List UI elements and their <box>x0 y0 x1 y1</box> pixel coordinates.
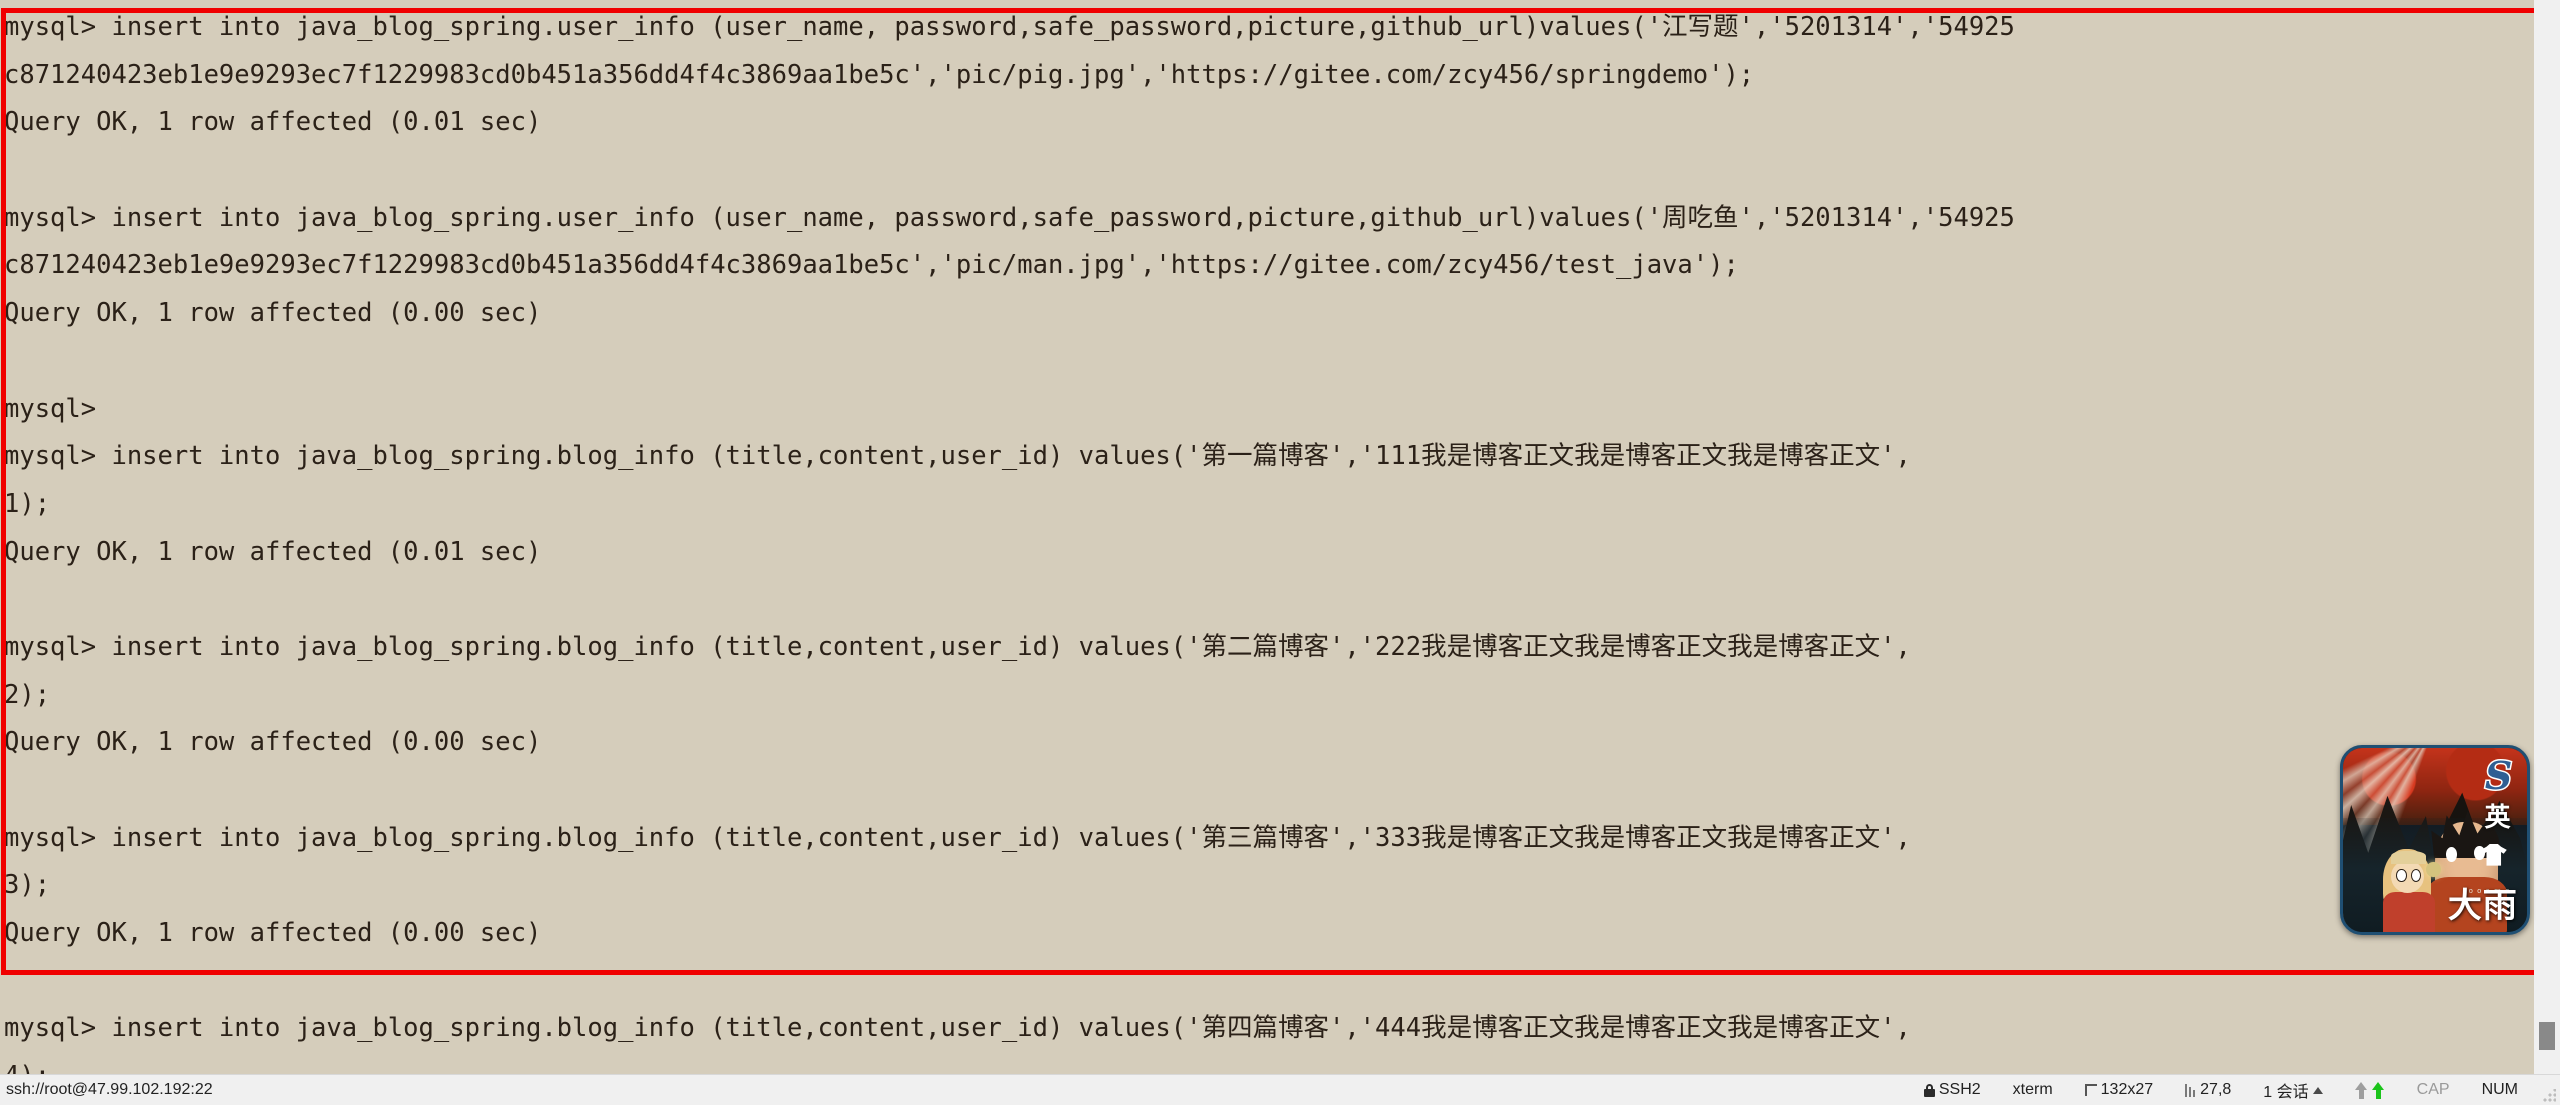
terminal-line: Query OK, 1 row affected (0.00 sec) <box>4 298 542 329</box>
status-bar: ssh://root@47.99.102.192:22 SSH2 xterm 1… <box>0 1074 2560 1105</box>
overlay-thumbnail-image[interactable]: S 英 o o a m e 大雨 <box>2340 745 2530 935</box>
thumbnail-title: 大雨 <box>2447 885 2518 926</box>
character-girl-body <box>2383 891 2435 932</box>
terminal-line: Query OK, 1 row affected (0.01 sec) <box>4 536 542 567</box>
terminal-text: mysql> insert into java_blog_spring.user… <box>4 4 2534 1075</box>
chevron-up-icon[interactable] <box>2312 1086 2323 1094</box>
status-position-cell: 27,8 <box>2169 1081 2247 1099</box>
download-arrow-icon <box>2371 1081 2385 1099</box>
status-num-lock-cell: NUM <box>2466 1081 2534 1099</box>
status-size-cell: 132x27 <box>2069 1081 2170 1099</box>
terminal-line: 2); <box>4 679 51 710</box>
terminal-line: mysql> insert into java_blog_spring.user… <box>4 202 2015 233</box>
lantern-icon <box>2425 862 2441 877</box>
terminal-line: Query OK, 1 row affected (0.00 sec) <box>4 918 542 949</box>
terminal-window: mysql> insert into java_blog_spring.user… <box>0 0 2560 1105</box>
status-caps-lock-cell: CAP <box>2401 1081 2466 1099</box>
terminal-line: 3); <box>4 870 51 901</box>
terminal-line: mysql> insert into java_blog_spring.user… <box>4 12 2015 42</box>
status-sessions: 1 会话 <box>2263 1084 2309 1101</box>
character-girl-eye-left <box>2396 869 2407 883</box>
terminal-line: c871240423eb1e9e9293ec7f1229983cd0b451a3… <box>4 59 1755 90</box>
status-cap: CAP <box>2416 1081 2450 1098</box>
status-protocol-cell: SSH2 <box>1908 1081 1997 1099</box>
terminal-line: mysql> insert into java_blog_spring.blog… <box>4 441 1911 472</box>
status-protocol: SSH2 <box>1938 1081 1981 1098</box>
kanji-ying: 英 <box>2484 803 2511 834</box>
terminal-line: Query OK, 1 row affected (0.00 sec) <box>4 727 542 758</box>
status-terminal-type: xterm <box>2012 1081 2053 1098</box>
badge-letter-s: S <box>2483 753 2514 799</box>
terminal-line: mysql> <box>4 393 97 424</box>
character-girl-hat <box>2390 851 2426 864</box>
character-boy-eye-right <box>2473 845 2485 861</box>
status-cursor-position: 27,8 <box>2200 1081 2232 1098</box>
scrollbar-thumb[interactable] <box>2539 1022 2555 1050</box>
terminal-line: 4); <box>4 1053 2534 1075</box>
lock-icon <box>1923 1083 1935 1097</box>
upload-arrow-icon <box>2354 1081 2368 1099</box>
cursor-position-icon <box>2185 1083 2197 1097</box>
status-size: 132x27 <box>2100 1081 2154 1098</box>
status-num: NUM <box>2481 1081 2518 1098</box>
resize-grip-icon[interactable] <box>2542 1089 2556 1103</box>
terminal-line: 1); <box>4 488 51 519</box>
terminal-line: c871240423eb1e9e9293ec7f1229983cd0b451a3… <box>4 250 1739 281</box>
status-sessions-cell[interactable]: 1 会话 <box>2247 1078 2338 1102</box>
resize-icon <box>2084 1084 2097 1096</box>
terminal-line: mysql> insert into java_blog_spring.blog… <box>4 631 1911 662</box>
terminal-line: mysql> insert into java_blog_spring.blog… <box>4 822 1911 853</box>
status-transfer-cell <box>2339 1081 2401 1099</box>
terminal-line: Query OK, 1 row affected (0.01 sec) <box>4 107 542 138</box>
status-terminal-type-cell: xterm <box>1997 1081 2069 1099</box>
status-connection: ssh://root@47.99.102.192:22 <box>6 1081 213 1098</box>
terminal-line: mysql> insert into java_blog_spring.blog… <box>4 1013 1911 1044</box>
terminal-output-area[interactable]: mysql> insert into java_blog_spring.user… <box>0 0 2534 1075</box>
vertical-scrollbar[interactable] <box>2534 0 2560 1075</box>
